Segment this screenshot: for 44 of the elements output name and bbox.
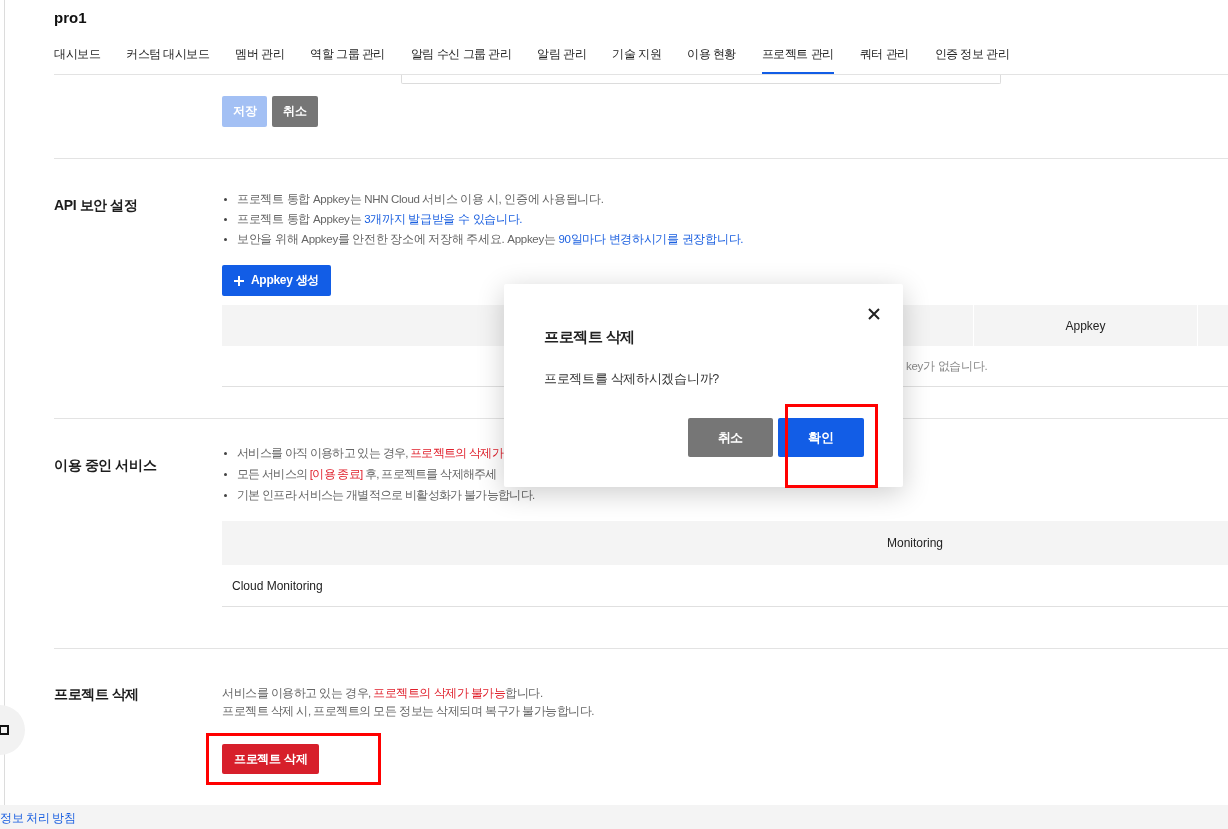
- section-title: API 보안 설정: [54, 196, 138, 215]
- note-text: 보안을 위해 Appkey를 안전한 장소에 저장해 주세요. Appkey는 90일마다 변경하시기를 권장합니다.: [237, 231, 744, 247]
- create-appkey-button[interactable]: Appkey 생성: [222, 265, 331, 296]
- dialog-button[interactable]: 확인: [778, 418, 864, 457]
- bullet-icon: [224, 217, 227, 221]
- table-cell: Cloud Monitoring: [232, 578, 323, 593]
- section-title: 이용 중인 서비스: [54, 456, 157, 475]
- dialog-button[interactable]: 취소: [688, 418, 773, 457]
- bullet-icon: [224, 452, 227, 455]
- close-icon[interactable]: [868, 308, 880, 320]
- note-text: 서비스를 아직 이용하고 있는 경우, 프로젝트의 삭제가: [237, 446, 504, 461]
- description-text: 프로젝트 삭제 시, 프로젝트의 모든 정보는 삭제되며 복구가 불가능합니다.: [222, 704, 594, 719]
- tab[interactable]: 프로젝트 관리: [761, 36, 834, 74]
- tab[interactable]: 멤버 관리: [235, 36, 285, 74]
- section-title: 프로젝트 삭제: [54, 685, 140, 704]
- tab[interactable]: 역할 그룹 관리: [310, 36, 385, 74]
- tab[interactable]: 알림 수신 그룹 관리: [410, 36, 512, 74]
- tab[interactable]: 이용 현황: [687, 36, 736, 74]
- delete-project-button[interactable]: 프로젝트 삭제: [222, 744, 320, 774]
- dialog-message: 프로젝트를 삭제하시겠습니까?: [544, 371, 719, 388]
- tab[interactable]: 커스텀 대시보드: [126, 36, 210, 74]
- plus-icon: [234, 275, 244, 286]
- empty-message: key가 없습니다.: [906, 358, 988, 374]
- tab[interactable]: 기술 지원: [612, 36, 662, 74]
- footer-link[interactable]: 정보 처리 방침: [0, 810, 76, 826]
- bullet-icon: [224, 473, 227, 476]
- tab[interactable]: 대시보드: [54, 36, 100, 74]
- column-header: Monitoring: [887, 536, 944, 550]
- note-text: 모든 서비스의 [이용 종료] 후, 프로젝트를 삭제해주세: [237, 467, 497, 482]
- note-text: 프로젝트 통합 Appkey는 NHN Cloud 서비스 이용 시, 인증에 사용됩니다.: [237, 191, 604, 207]
- bullet-icon: [224, 237, 227, 241]
- form-button[interactable]: 취소: [272, 96, 318, 127]
- tab[interactable]: 인증 정보 관리: [934, 36, 1010, 74]
- note-text: 프로젝트 통합 Appkey는 3개까지 발급받을 수 있습니다.: [237, 211, 523, 227]
- note-text: 기본 인프라 서비스는 개별적으로 비활성화가 불가능합니다.: [237, 488, 535, 503]
- column-header: Appkey: [1065, 318, 1106, 333]
- tab[interactable]: 쿼터 관리: [859, 36, 909, 74]
- tab[interactable]: 알림 관리: [537, 36, 587, 74]
- description-text: 서비스를 이용하고 있는 경우, 프로젝트의 삭제가 불가능합니다.: [222, 686, 543, 701]
- dialog-title: 프로젝트 삭제: [544, 327, 635, 347]
- project-name: pro1: [54, 9, 87, 26]
- input-field[interactable]: [401, 75, 1001, 84]
- bullet-icon: [224, 197, 227, 201]
- bullet-icon: [224, 494, 227, 497]
